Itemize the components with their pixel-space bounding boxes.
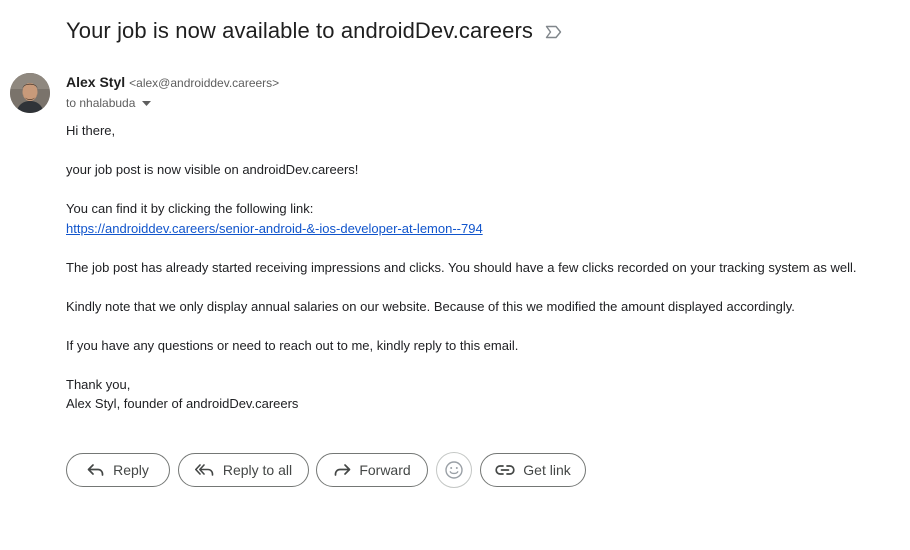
link-icon (495, 464, 515, 476)
recipient-line: to nhalabuda (66, 95, 152, 111)
job-post-link[interactable]: https://androiddev.careers/senior-androi… (66, 221, 483, 236)
sender-name[interactable]: Alex Styl (66, 74, 125, 90)
emoji-smile-icon (444, 460, 464, 480)
get-link-label: Get link (523, 462, 571, 478)
reply-all-label: Reply to all (222, 462, 293, 478)
sender-line: Alex Styl <alex@androiddev.careers> (66, 74, 279, 92)
label-icon[interactable] (545, 25, 562, 39)
paragraph-impressions: The job post has already started receivi… (66, 260, 857, 275)
subject-row: Your job is now available to androidDev.… (66, 16, 562, 46)
reply-all-icon (194, 463, 215, 477)
reply-label: Reply (113, 462, 149, 478)
recipient-text: to nhalabuda (66, 96, 136, 110)
greeting: Hi there, (66, 123, 116, 138)
sender-email: <alex@androiddev.careers> (129, 76, 280, 90)
closing: Thank you, (66, 377, 131, 392)
emoji-reaction-button[interactable] (436, 452, 472, 488)
signature: Alex Styl, founder of androidDev.careers (66, 396, 299, 411)
job-link-line: https://androiddev.careers/senior-androi… (66, 221, 483, 237)
get-link-button[interactable]: Get link (480, 453, 586, 487)
forward-label: Forward (359, 462, 411, 478)
email-subject: Your job is now available to androidDev.… (66, 18, 533, 43)
reply-button[interactable]: Reply (66, 453, 170, 487)
sender-avatar[interactable] (10, 73, 50, 113)
caret-down-icon[interactable] (142, 100, 152, 106)
reply-all-button[interactable]: Reply to all (178, 453, 309, 487)
paragraph-questions: If you have any questions or need to rea… (66, 338, 519, 353)
paragraph-salaries: Kindly note that we only display annual … (66, 299, 795, 314)
paragraph-visible: your job post is now visible on androidD… (66, 162, 359, 177)
forward-arrow-icon (333, 463, 351, 477)
reply-arrow-icon (87, 463, 105, 477)
paragraph-find-link: You can find it by clicking the followin… (66, 201, 314, 216)
forward-button[interactable]: Forward (316, 453, 428, 487)
